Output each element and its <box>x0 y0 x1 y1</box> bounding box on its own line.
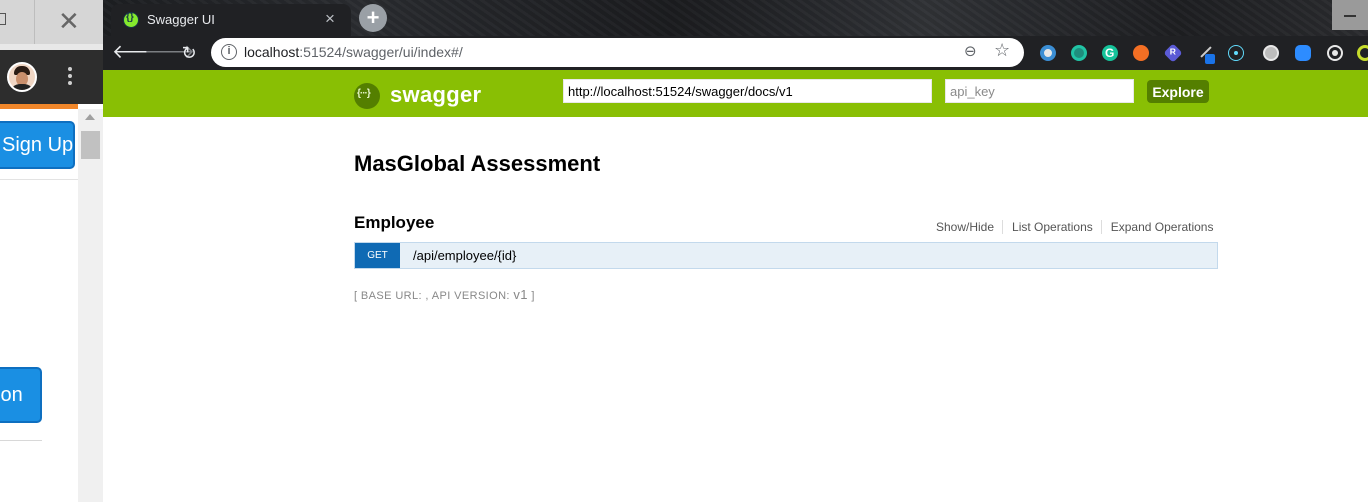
camera-icon[interactable] <box>1327 45 1343 61</box>
plus-icon: + <box>366 5 380 30</box>
background-window: ✕ Sign Up ion <box>0 0 103 502</box>
pen-tool-icon[interactable] <box>1197 45 1215 64</box>
lime-circle-icon[interactable] <box>1357 45 1368 61</box>
swagger-page: swagger Explore MasGlobal Assessment Emp… <box>103 70 1368 502</box>
back-arrow-icon[interactable]: 🡐 <box>112 40 163 66</box>
scroll-up-arrow-icon[interactable] <box>85 114 95 120</box>
minimize-icon <box>1344 15 1356 17</box>
restore-icon <box>0 13 6 25</box>
new-tab-button[interactable]: + <box>359 4 387 32</box>
swagger-brand[interactable]: swagger <box>390 82 481 108</box>
api-key-input[interactable] <box>945 79 1134 103</box>
partial-button[interactable]: ion <box>0 367 42 423</box>
background-window-content: Sign Up ion <box>0 109 78 502</box>
divider <box>0 179 78 180</box>
avatar[interactable] <box>7 62 37 92</box>
operation-row[interactable]: GET /api/employee/{id} <box>354 242 1218 269</box>
reload-icon[interactable]: ↻ <box>176 40 202 66</box>
metamask-icon[interactable] <box>1133 45 1149 61</box>
restore-window-button[interactable] <box>0 0 35 44</box>
minimize-window-button[interactable] <box>1332 0 1368 30</box>
page-title: MasGlobal Assessment <box>354 151 601 176</box>
url-text[interactable]: localhost:51524/swagger/ui/index#/ <box>244 44 463 60</box>
grammarly-icon[interactable] <box>1102 45 1118 61</box>
forward-arrow-icon[interactable]: 🡒 <box>144 40 195 66</box>
spec-url-input[interactable] <box>563 79 932 103</box>
zoom-out-icon[interactable]: ⊖ <box>964 42 977 60</box>
browser-window: Swagger UI × + 🡐 🡒 ↻ i localhost:51524/s… <box>103 0 1368 502</box>
swagger-header: swagger Explore <box>103 70 1368 117</box>
expand-operations-link[interactable]: Expand Operations <box>1102 220 1214 234</box>
tab-swagger-ui[interactable]: Swagger UI × <box>111 4 351 36</box>
list-operations-link[interactable]: List Operations <box>1003 220 1102 234</box>
react-devtools-icon[interactable] <box>1228 45 1244 61</box>
extension-icon[interactable] <box>1040 45 1056 61</box>
swagger-favicon-icon <box>123 12 139 28</box>
explore-button[interactable]: Explore <box>1147 80 1209 103</box>
grammarly-go-icon[interactable] <box>1071 45 1087 61</box>
sign-up-button[interactable]: Sign Up <box>0 121 75 169</box>
base-url-info: [ BASE URL: , API VERSION: v1 ] <box>354 287 535 302</box>
http-method-badge[interactable]: GET <box>355 243 400 268</box>
tab-close-icon[interactable]: × <box>325 9 335 29</box>
browser-toolbar: 🡐 🡒 ↻ i localhost:51524/swagger/ui/index… <box>103 36 1368 70</box>
operation-path-link[interactable]: /api/employee/{id} <box>413 248 516 263</box>
close-window-button[interactable]: ✕ <box>36 0 103 44</box>
bookmark-star-icon[interactable]: ☆ <box>994 40 1010 61</box>
resource-name-link[interactable]: Employee <box>354 213 434 233</box>
swagger-logo-icon[interactable] <box>354 83 380 109</box>
kebab-menu-icon[interactable] <box>64 67 76 89</box>
resource-options: Show/Hide List Operations Expand Operation… <box>927 220 1213 236</box>
redux-icon[interactable] <box>1163 43 1183 63</box>
zoom-icon[interactable] <box>1295 45 1311 61</box>
divider <box>0 440 42 441</box>
tab-strip: Swagger UI × + <box>103 0 1368 36</box>
show-hide-link[interactable]: Show/Hide <box>927 220 1004 234</box>
circle-icon[interactable] <box>1263 45 1279 61</box>
address-bar[interactable]: i localhost:51524/swagger/ui/index#/ ⊖ ☆ <box>211 38 1024 67</box>
tab-title: Swagger UI <box>147 12 215 27</box>
scrollbar[interactable] <box>78 109 103 502</box>
background-window-titlebar: ✕ <box>0 0 103 44</box>
close-icon: ✕ <box>58 6 80 36</box>
background-window-toolbar <box>0 50 103 104</box>
scrollbar-thumb[interactable] <box>81 131 100 159</box>
info-icon[interactable]: i <box>221 44 237 60</box>
